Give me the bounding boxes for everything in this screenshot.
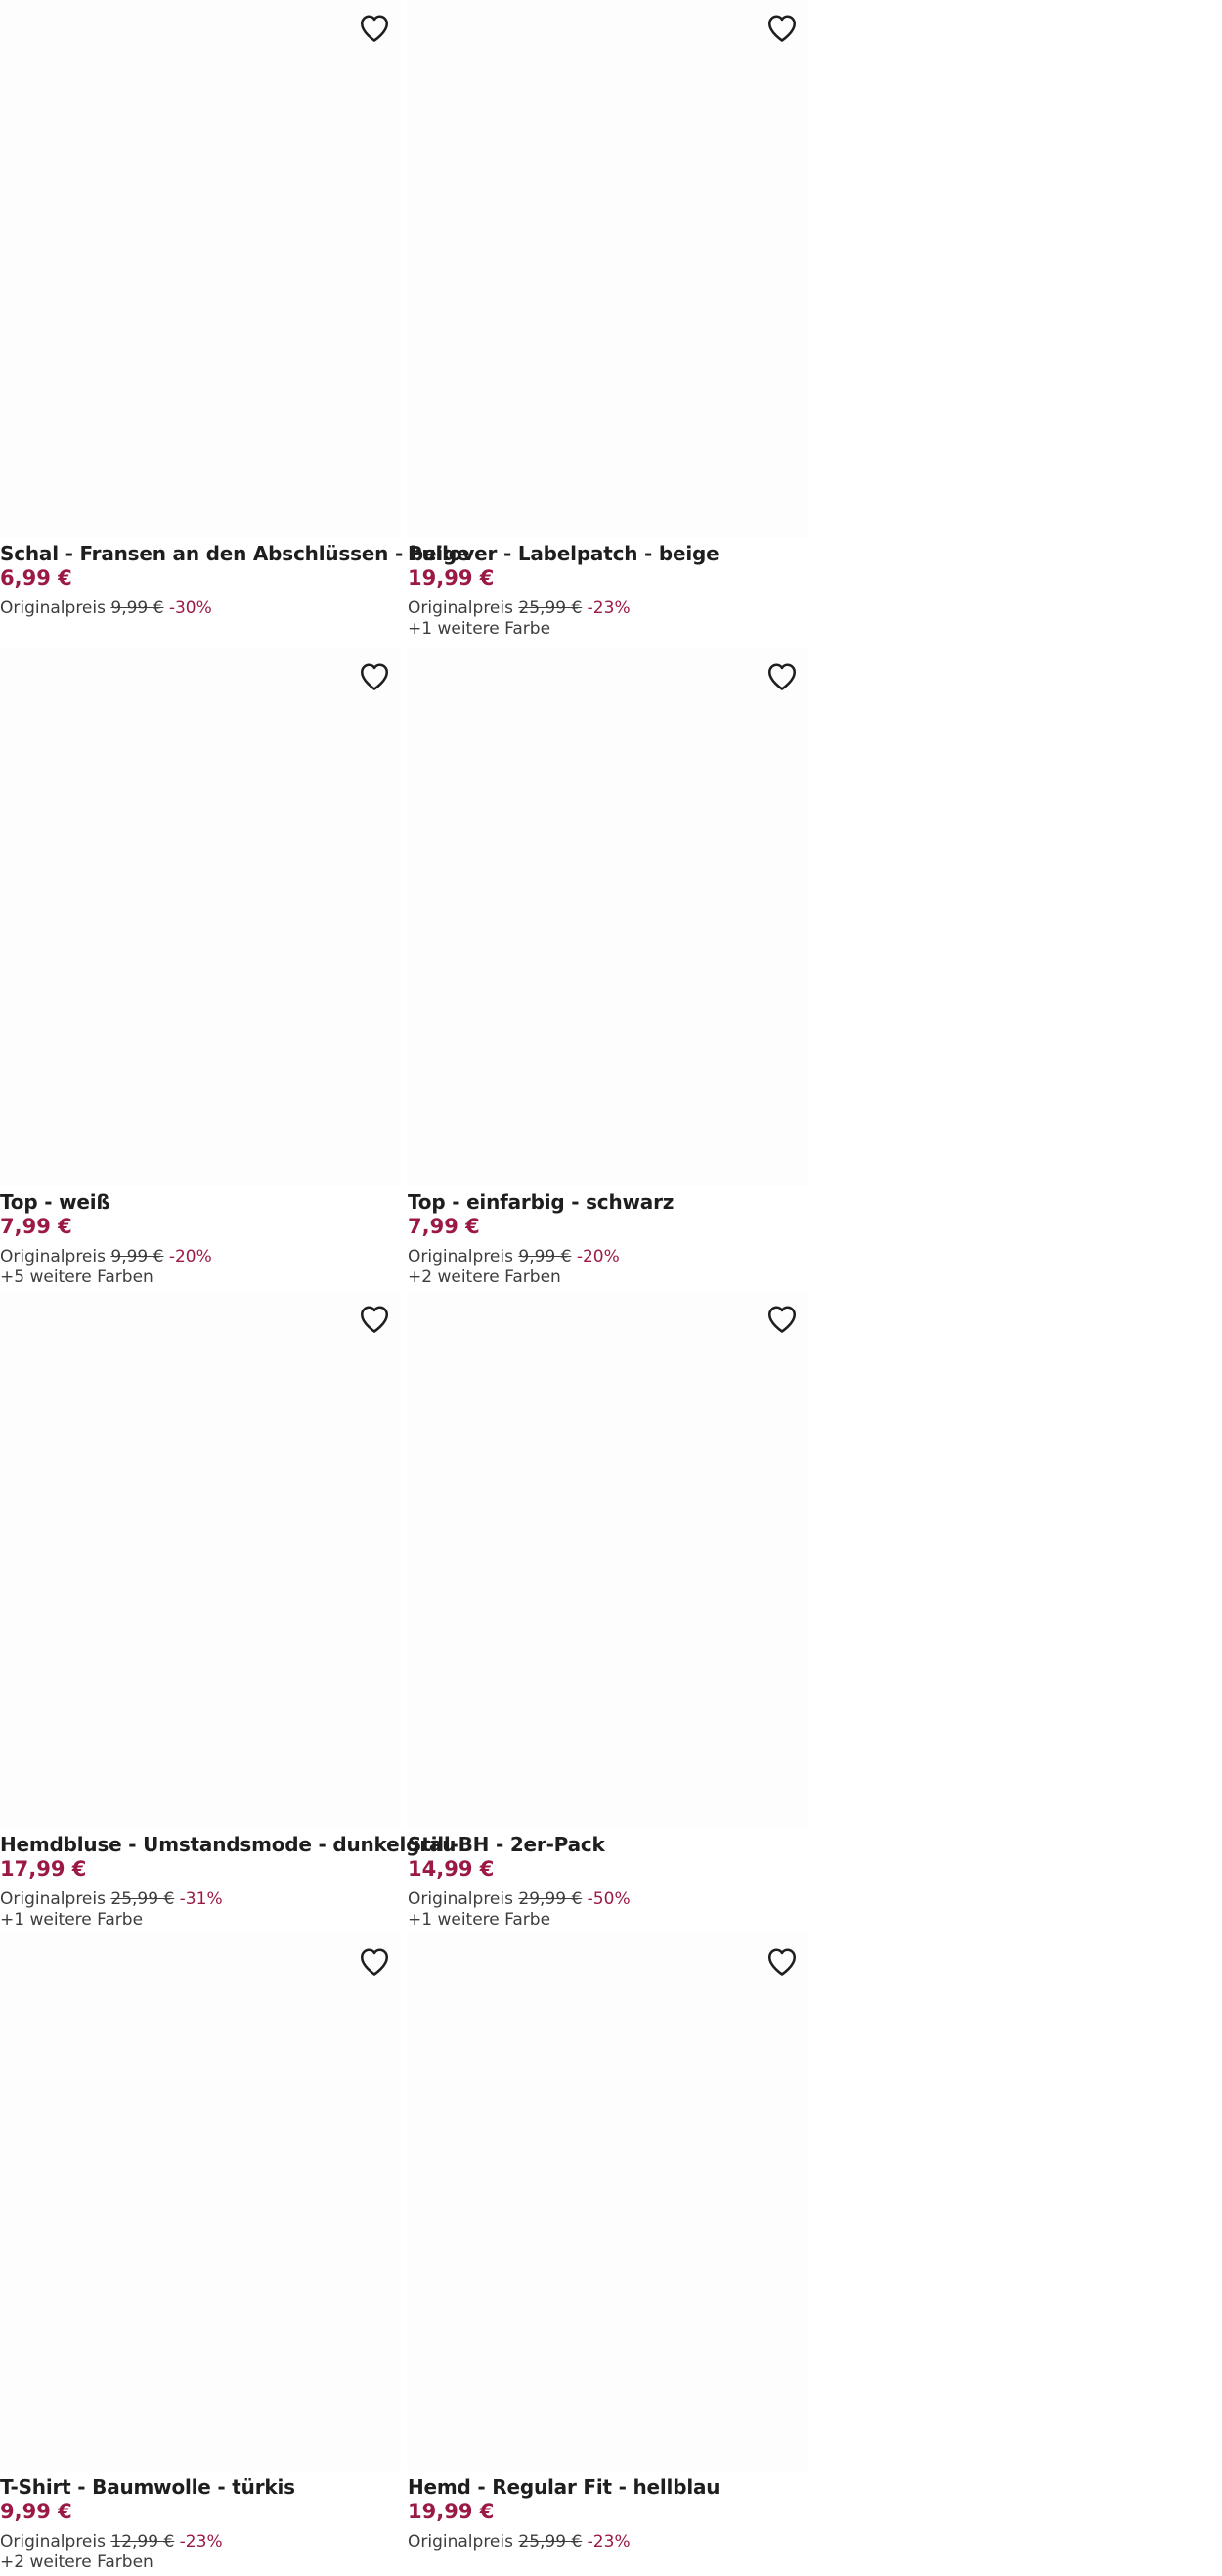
product-title[interactable]: Still-BH - 2er-Pack: [408, 1832, 818, 1857]
wishlist-heart-icon[interactable]: [356, 658, 393, 693]
discount-badge: -30%: [168, 599, 212, 618]
original-price: 9,99 €: [110, 1247, 164, 1266]
product-title[interactable]: Pullover - Labelpatch - beige: [408, 541, 818, 566]
discount-badge: -20%: [168, 1247, 212, 1266]
wishlist-heart-icon[interactable]: [356, 1301, 393, 1336]
original-price: 12,99 €: [110, 2532, 175, 2552]
original-price-label: Originalpreis: [408, 1889, 513, 1909]
product-grid: Schal - Fransen an den Abschlüssen - bei…: [0, 0, 1222, 2576]
product-info: Top - weiß 7,99 € Originalpreis 9,99 € -…: [0, 1189, 411, 1288]
discount-badge: -23%: [587, 2532, 631, 2552]
wishlist-heart-icon[interactable]: [764, 1301, 801, 1336]
product-title[interactable]: Top - weiß: [0, 1189, 411, 1215]
original-price-row: Originalpreis 25,99 € -23%: [408, 2531, 818, 2553]
more-colors-text[interactable]: +2 weitere Farben: [408, 1267, 818, 1288]
product-image[interactable]: [408, 0, 808, 538]
product-image[interactable]: [0, 648, 401, 1186]
wishlist-heart-icon[interactable]: [764, 658, 801, 693]
original-price-label: Originalpreis: [0, 1247, 106, 1266]
original-price: 25,99 €: [110, 1889, 175, 1909]
product-image[interactable]: [0, 1291, 401, 1829]
discount-badge: -23%: [587, 599, 631, 618]
wishlist-heart-icon[interactable]: [356, 10, 393, 45]
original-price-row: Originalpreis 9,99 € -30%: [0, 598, 411, 619]
product-price: 6,99 €: [0, 566, 72, 590]
original-price: 9,99 €: [110, 599, 164, 618]
product-info: Top - einfarbig - schwarz 7,99 € Origina…: [408, 1189, 818, 1288]
product-price: 14,99 €: [408, 1857, 495, 1881]
original-price: 9,99 €: [518, 1247, 572, 1266]
product-info: Hemd - Regular Fit - hellblau 19,99 € Or…: [408, 2474, 818, 2553]
product-price: 17,99 €: [0, 1857, 87, 1881]
product-title[interactable]: Hemd - Regular Fit - hellblau: [408, 2474, 818, 2500]
product-image[interactable]: [0, 1933, 401, 2471]
product-title[interactable]: T-Shirt - Baumwolle - türkis: [0, 2474, 411, 2500]
original-price-label: Originalpreis: [0, 599, 106, 618]
wishlist-heart-icon[interactable]: [764, 10, 801, 45]
product-price: 19,99 €: [408, 2500, 495, 2523]
wishlist-heart-icon[interactable]: [356, 1943, 393, 1978]
original-price-row: Originalpreis 9,99 € -20%: [408, 1246, 818, 1267]
product-title[interactable]: Top - einfarbig - schwarz: [408, 1189, 818, 1215]
product-title[interactable]: Hemdbluse - Umstandsmode - dunkelgrau: [0, 1832, 456, 1857]
product-image[interactable]: [0, 0, 401, 538]
product-image[interactable]: [408, 648, 808, 1186]
product-info: Still-BH - 2er-Pack 14,99 € Originalprei…: [408, 1832, 818, 1931]
discount-badge: -20%: [576, 1247, 620, 1266]
more-colors-text[interactable]: +1 weitere Farbe: [408, 619, 818, 640]
original-price: 29,99 €: [518, 1889, 583, 1909]
discount-badge: -23%: [179, 2532, 223, 2552]
product-price: 7,99 €: [0, 1215, 72, 1238]
product-title[interactable]: Schal - Fransen an den Abschlüssen - bei…: [0, 541, 470, 566]
original-price-label: Originalpreis: [408, 599, 513, 618]
product-image[interactable]: [408, 1291, 808, 1829]
product-price: 19,99 €: [408, 566, 495, 590]
product-image[interactable]: [408, 1933, 808, 2471]
product-info: Pullover - Labelpatch - beige 19,99 € Or…: [408, 541, 818, 640]
more-colors-text[interactable]: +2 weitere Farben: [0, 2553, 411, 2573]
original-price-row: Originalpreis 9,99 € -20%: [0, 1246, 411, 1267]
original-price-label: Originalpreis: [0, 1889, 106, 1909]
original-price: 25,99 €: [518, 2532, 583, 2552]
discount-badge: -50%: [587, 1889, 631, 1909]
wishlist-heart-icon[interactable]: [764, 1943, 801, 1978]
discount-badge: -31%: [179, 1889, 223, 1909]
original-price-row: Originalpreis 12,99 € -23%: [0, 2531, 411, 2553]
original-price-label: Originalpreis: [408, 2532, 513, 2552]
original-price-row: Originalpreis 25,99 € -23%: [408, 598, 818, 619]
product-info: T-Shirt - Baumwolle - türkis 9,99 € Orig…: [0, 2474, 411, 2573]
product-info: Schal - Fransen an den Abschlüssen - bei…: [0, 541, 470, 619]
original-price-row: Originalpreis 25,99 € -31%: [0, 1888, 411, 1910]
product-price: 7,99 €: [408, 1215, 480, 1238]
more-colors-text[interactable]: +5 weitere Farben: [0, 1267, 411, 1288]
original-price-row: Originalpreis 29,99 € -50%: [408, 1888, 818, 1910]
original-price-label: Originalpreis: [408, 1247, 513, 1266]
product-info: Hemdbluse - Umstandsmode - dunkelgrau 17…: [0, 1832, 456, 1931]
original-price-label: Originalpreis: [0, 2532, 106, 2552]
product-price: 9,99 €: [0, 2500, 72, 2523]
more-colors-text[interactable]: +1 weitere Farbe: [0, 1910, 411, 1931]
more-colors-text[interactable]: +1 weitere Farbe: [408, 1910, 818, 1931]
original-price: 25,99 €: [518, 599, 583, 618]
